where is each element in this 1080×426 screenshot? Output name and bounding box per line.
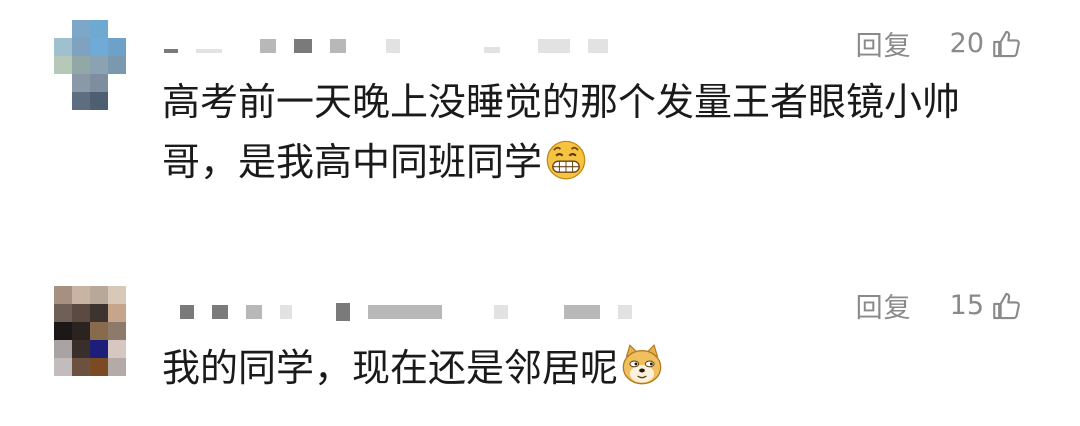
username-pixel xyxy=(164,49,178,53)
avatar-pixel xyxy=(54,358,72,376)
avatar-pixel xyxy=(90,322,108,340)
reply-button[interactable]: 回复 xyxy=(856,24,912,63)
thumbs-up-icon[interactable] xyxy=(990,27,1024,61)
avatar-pixel xyxy=(72,74,90,92)
avatar-pixel xyxy=(108,358,126,376)
avatar-pixel xyxy=(108,286,126,304)
username-pixel xyxy=(280,305,292,319)
reply-button[interactable]: 回复 xyxy=(856,286,912,325)
username-pixel xyxy=(294,39,312,53)
comment-text: 高考前一天晚上没睡觉的那个发量王者眼镜小帅哥，是我高中同班同学 xyxy=(162,72,1022,192)
avatar-pixel xyxy=(90,92,108,110)
avatar-pixel xyxy=(90,340,108,358)
username-pixel xyxy=(246,305,262,319)
avatar[interactable] xyxy=(54,286,126,376)
avatar-pixel xyxy=(90,74,108,92)
username-pixel xyxy=(196,49,222,53)
username-pixel xyxy=(330,39,346,53)
avatar-pixel xyxy=(90,304,108,322)
avatar-pixel xyxy=(54,340,72,358)
avatar-pixel xyxy=(72,38,90,56)
grinning-emoji-icon xyxy=(546,140,586,180)
comment-meta: 回复 20 xyxy=(856,24,1024,63)
username-obscured[interactable] xyxy=(180,302,650,322)
doge-emoji-icon xyxy=(622,344,662,385)
username-pixel xyxy=(180,305,194,319)
like-count: 20 xyxy=(949,28,984,59)
avatar-pixel xyxy=(108,38,126,56)
avatar-pixel xyxy=(108,74,126,92)
avatar-pixel xyxy=(54,322,72,340)
avatar-pixel xyxy=(72,340,90,358)
comment-meta: 回复 15 xyxy=(856,286,1024,325)
avatar-pixel xyxy=(90,286,108,304)
username-pixel xyxy=(336,303,350,321)
avatar-pixel xyxy=(54,92,72,110)
username-pixel xyxy=(618,305,632,319)
avatar-pixel xyxy=(54,304,72,322)
username-pixel xyxy=(484,47,500,53)
avatar[interactable] xyxy=(54,20,126,110)
avatar-pixel xyxy=(72,286,90,304)
username-pixel xyxy=(588,39,608,53)
username-obscured[interactable] xyxy=(164,36,626,56)
comment-text: 我的同学，现在还是邻居呢 xyxy=(162,338,1022,398)
username-pixel xyxy=(260,39,276,53)
avatar-pixel xyxy=(90,358,108,376)
avatar-pixel xyxy=(54,56,72,74)
avatar-pixel xyxy=(54,38,72,56)
avatar-pixel xyxy=(108,304,126,322)
avatar-pixel xyxy=(54,286,72,304)
avatar-pixel xyxy=(54,20,72,38)
avatar-pixel xyxy=(72,358,90,376)
username-pixel xyxy=(494,305,508,319)
username-pixel xyxy=(564,305,600,319)
avatar-pixel xyxy=(90,56,108,74)
avatar-pixel xyxy=(72,56,90,74)
avatar-pixel xyxy=(72,20,90,38)
username-pixel xyxy=(386,39,400,53)
comment-body: 我的同学，现在还是邻居呢 xyxy=(162,346,619,390)
avatar-pixel xyxy=(108,56,126,74)
avatar-pixel xyxy=(72,322,90,340)
avatar-pixel xyxy=(90,38,108,56)
like-count: 15 xyxy=(949,290,984,321)
username-pixel xyxy=(538,39,570,53)
avatar-pixel xyxy=(108,340,126,358)
avatar-pixel xyxy=(72,92,90,110)
avatar-pixel xyxy=(108,92,126,110)
avatar-pixel xyxy=(72,304,90,322)
avatar-pixel xyxy=(90,20,108,38)
thumbs-up-icon[interactable] xyxy=(990,289,1024,323)
username-pixel xyxy=(212,305,228,319)
avatar-pixel xyxy=(108,322,126,340)
avatar-pixel xyxy=(108,20,126,38)
username-pixel xyxy=(368,305,442,319)
avatar-pixel xyxy=(54,74,72,92)
